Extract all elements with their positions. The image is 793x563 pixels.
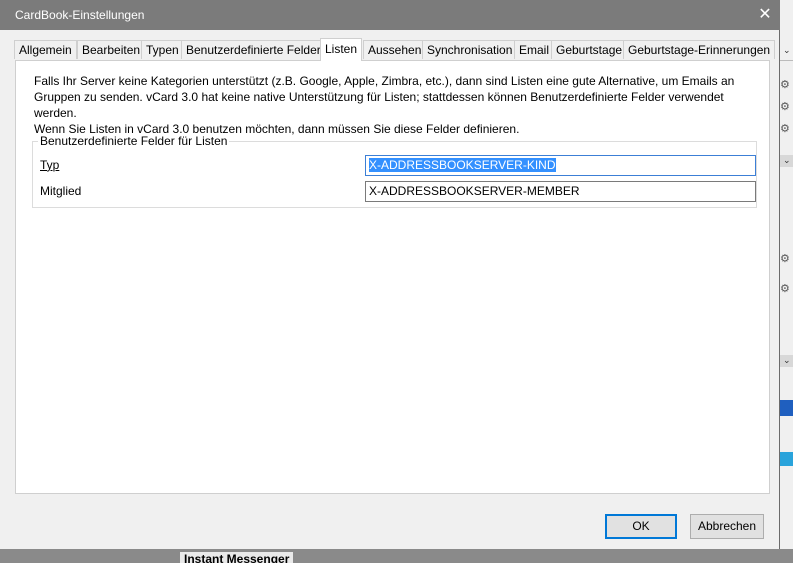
chevron-down-icon: ⌄ [783,45,791,55]
gear-icon: ⚙ [780,123,790,135]
tab-synchronisation[interactable]: Synchronisation [422,40,518,59]
ok-button[interactable]: OK [605,514,677,539]
tab-panel-listen: Falls Ihr Server keine Kategorien unters… [15,60,770,494]
groupbox-title: Benutzerdefinierte Felder für Listen [38,134,230,148]
background-app-right-edge: ⌄ ⚙ ⚙ ⚙ ⌄ ⚙ ⚙ ⌄ [780,0,793,563]
mitglied-input[interactable]: X-ADDRESSBOOKSERVER-MEMBER [365,181,756,202]
description-line: Gruppen zu senden. vCard 3.0 hat keine n… [34,90,724,120]
typ-label: Typ [40,158,60,172]
settings-dialog: CardBook-Einstellungen ✕ Allgemein Bearb… [0,0,780,549]
cancel-button[interactable]: Abbrechen [690,514,764,539]
tab-listen[interactable]: Listen [320,38,363,61]
background-app-bottom-edge: Instant Messenger [0,549,793,563]
tab-geburtstage-erinnerungen[interactable]: Geburtstage-Erinnerungen [623,40,776,59]
mitglied-label: Mitglied [40,184,82,198]
groupbox-custom-fields: Benutzerdefinierte Felder für Listen Typ… [32,134,757,208]
tab-allgemein[interactable]: Allgemein [14,40,77,59]
gear-icon: ⚙ [780,283,790,295]
chevron-down-icon: ⌄ [783,155,791,165]
title-bar[interactable]: CardBook-Einstellungen ✕ [0,0,780,30]
gear-icon: ⚙ [780,79,790,91]
gear-icon: ⚙ [780,253,790,265]
field-row-mitglied: Mitglied X-ADDRESSBOOKSERVER-MEMBER [40,181,756,203]
tab-benutzerdefinierte-felder[interactable]: Benutzerdefinierte Felder [181,40,326,59]
chevron-down-icon: ⌄ [783,355,791,365]
gear-icon: ⚙ [780,101,790,113]
field-row-typ: Typ X-ADDRESSBOOKSERVER-KIND [40,155,756,177]
tab-geburtstage[interactable]: Geburtstage [551,40,628,59]
app-tile [780,400,793,416]
divider [780,60,793,61]
description-text: Falls Ihr Server keine Kategorien unters… [34,73,759,137]
app-tile [780,452,793,466]
tab-aussehen[interactable]: Aussehen [363,40,427,59]
description-line: Falls Ihr Server keine Kategorien unters… [34,74,735,88]
typ-input-value: X-ADDRESSBOOKSERVER-KIND [369,158,556,172]
dialog-title: CardBook-Einstellungen [15,8,145,22]
tab-bearbeiten[interactable]: Bearbeiten [77,40,146,59]
typ-input[interactable]: X-ADDRESSBOOKSERVER-KIND [365,155,756,176]
section-header: Instant Messenger [180,552,294,563]
mitglied-input-value: X-ADDRESSBOOKSERVER-MEMBER [369,184,580,198]
close-icon[interactable]: ✕ [752,3,778,27]
tab-typen[interactable]: Typen [141,40,184,59]
tab-email[interactable]: Email [514,40,555,59]
